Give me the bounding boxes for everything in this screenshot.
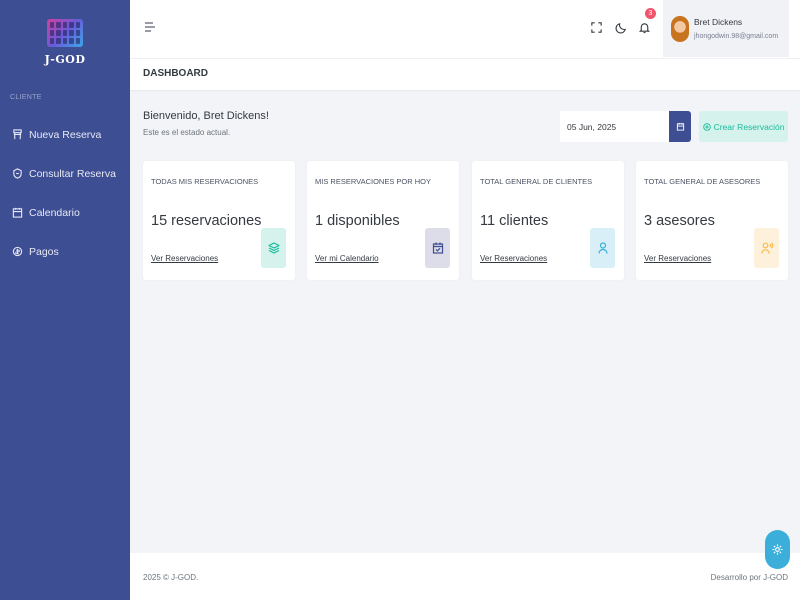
card-value: 1 disponibles xyxy=(315,213,400,229)
gear-icon xyxy=(771,543,784,556)
search-icon xyxy=(12,167,26,181)
card-link-ver-reservaciones[interactable]: Ver Reservaciones xyxy=(151,254,218,263)
page-title: DASHBOARD xyxy=(143,68,208,79)
card-all-reservations: TODAS MIS RESERVACIONES 15 reservaciones… xyxy=(143,161,295,280)
footer-copyright: 2025 © J-GOD. xyxy=(143,573,199,582)
user-voice-icon xyxy=(754,228,779,268)
keyboard-logo-icon xyxy=(47,18,83,47)
sidebar-item-label: Calendario xyxy=(29,206,80,219)
sidebar-item-calendario[interactable]: Calendario xyxy=(0,193,130,232)
fullscreen-icon[interactable] xyxy=(589,19,603,35)
date-picker-input[interactable] xyxy=(560,111,669,142)
card-link-ver-calendario[interactable]: Ver mi Calendario xyxy=(315,254,379,263)
menu-toggle-icon[interactable] xyxy=(143,20,157,34)
brand-name: J-GOD xyxy=(44,52,86,66)
menu-section-title: CLIENTE xyxy=(10,94,42,101)
avatar xyxy=(671,15,689,42)
card-title: TODAS MIS RESERVACIONES xyxy=(151,177,259,186)
user-name: Bret Dickens xyxy=(694,17,743,27)
card-title: TOTAL GENERAL DE ASESORES xyxy=(644,177,761,186)
settings-gear-button[interactable] xyxy=(765,530,790,569)
create-reservation-label: Crear Reservación xyxy=(713,121,785,132)
sidebar: J-GOD CLIENTE Nueva Reserva Consultar Re… xyxy=(0,0,130,600)
payment-icon xyxy=(12,245,26,259)
notifications-bell-icon[interactable] xyxy=(637,19,651,35)
calendar-icon xyxy=(676,122,685,131)
footer-credits: Desarrollo por J-GOD xyxy=(710,573,788,582)
calendar-icon xyxy=(12,206,26,220)
notification-count-badge: 3 xyxy=(645,8,656,19)
welcome-section: Bienvenido, Bret Dickens! Este es el est… xyxy=(143,110,269,137)
sidebar-item-consultar-reserva[interactable]: Consultar Reserva xyxy=(0,154,130,193)
topbar: 3 Bret Dickens jhongodwin.98@gmail.com xyxy=(130,0,800,58)
create-reservation-button[interactable]: Crear Reservación xyxy=(699,111,788,142)
sidebar-item-label: Pagos xyxy=(29,245,59,258)
user-menu[interactable]: Bret Dickens jhongodwin.98@gmail.com xyxy=(663,0,789,57)
bookmark-icon xyxy=(12,128,26,142)
sidebar-item-nueva-reserva[interactable]: Nueva Reserva xyxy=(0,115,130,154)
card-title: TOTAL GENERAL DE CLIENTES xyxy=(480,177,593,186)
plus-circle-icon xyxy=(702,122,711,131)
welcome-title: Bienvenido, Bret Dickens! xyxy=(143,110,269,122)
sidebar-menu: Nueva Reserva Consultar Reserva Calendar… xyxy=(0,115,130,271)
welcome-subtitle: Este es el estado actual. xyxy=(143,128,231,137)
card-link-ver-reservaciones[interactable]: Ver Reservaciones xyxy=(644,254,711,263)
dark-mode-moon-icon[interactable] xyxy=(614,19,628,35)
card-title: MIS RESERVACIONES POR HOY xyxy=(315,177,431,186)
user-icon xyxy=(590,228,615,268)
sidebar-item-label: Consultar Reserva xyxy=(29,167,116,180)
card-today-reservations: MIS RESERVACIONES POR HOY 1 disponibles … xyxy=(307,161,459,280)
page-title-bar: DASHBOARD xyxy=(130,58,800,90)
date-picker-button[interactable] xyxy=(669,111,691,142)
card-total-clients: TOTAL GENERAL DE CLIENTES 11 clientes Ve… xyxy=(472,161,624,280)
layers-icon xyxy=(261,228,286,268)
card-total-advisors: TOTAL GENERAL DE ASESORES 3 asesores Ver… xyxy=(636,161,788,280)
card-link-ver-reservaciones[interactable]: Ver Reservaciones xyxy=(480,254,547,263)
card-value: 11 clientes xyxy=(480,213,549,229)
calendar-check-icon xyxy=(425,228,450,268)
card-value: 15 reservaciones xyxy=(151,213,262,229)
footer: 2025 © J-GOD. Desarrollo por J-GOD xyxy=(130,553,800,600)
card-value: 3 asesores xyxy=(644,213,715,229)
user-email: jhongodwin.98@gmail.com xyxy=(694,33,779,40)
sidebar-item-label: Nueva Reserva xyxy=(29,128,102,141)
logo[interactable]: J-GOD xyxy=(0,0,130,80)
sidebar-item-pagos[interactable]: Pagos xyxy=(0,232,130,271)
